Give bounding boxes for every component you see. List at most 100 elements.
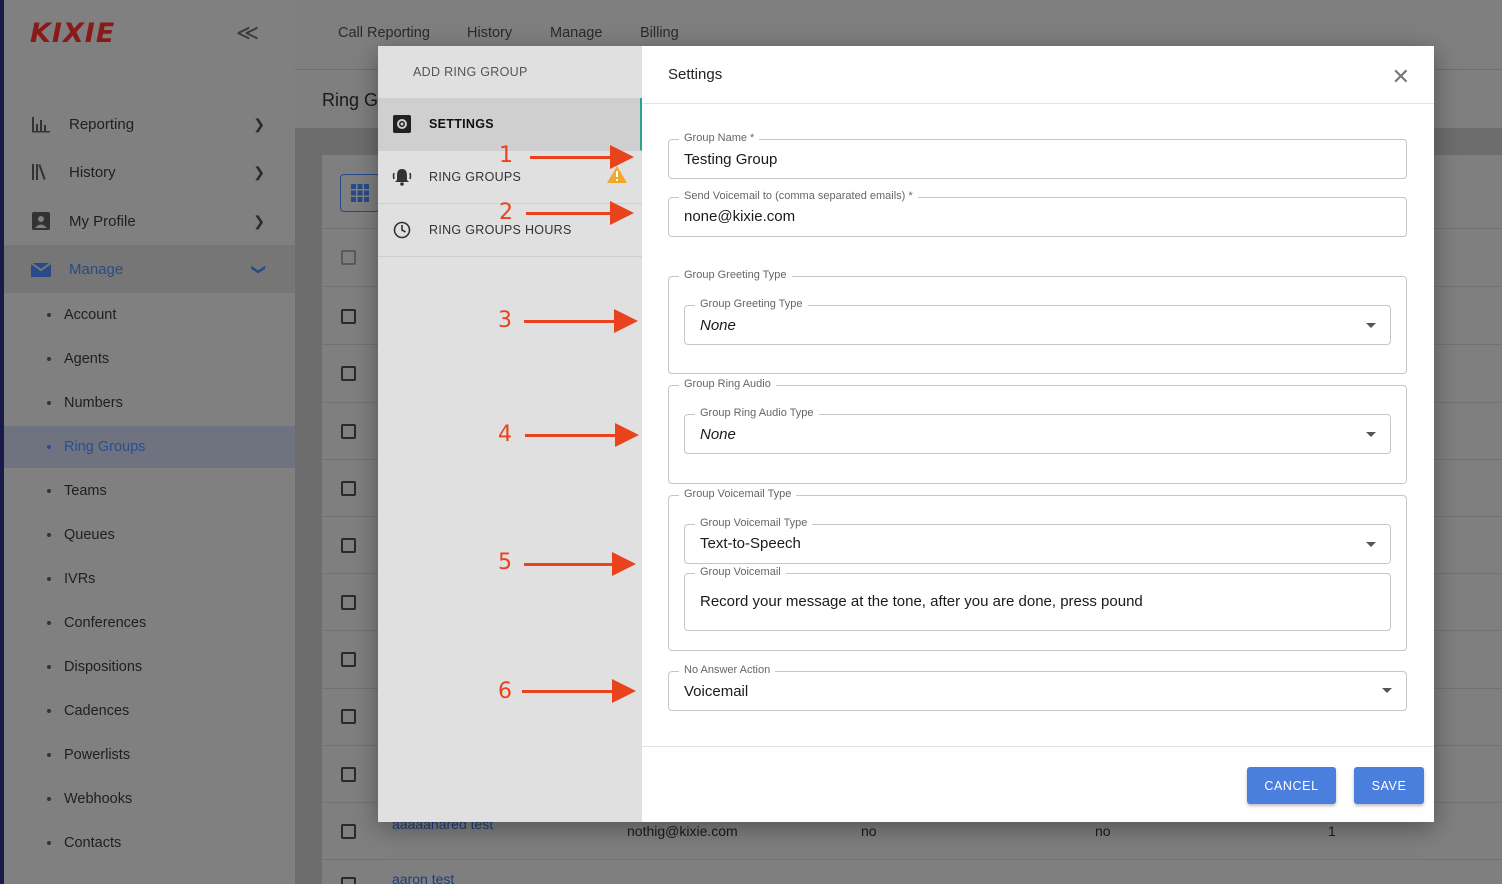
tab-manage[interactable]: Manage bbox=[550, 25, 602, 41]
group-voicemail-text[interactable]: Record your message at the tone, after y… bbox=[700, 593, 1143, 610]
sidebar-subitem-numbers[interactable]: Numbers bbox=[4, 384, 295, 422]
caret-down-icon bbox=[1382, 688, 1392, 693]
row-checkbox[interactable] bbox=[341, 309, 356, 324]
row-checkbox[interactable] bbox=[341, 481, 356, 496]
caret-down-icon bbox=[1366, 323, 1376, 328]
row-checkbox[interactable] bbox=[341, 424, 356, 439]
greeting-type-value: None bbox=[700, 317, 736, 334]
chevron-down-icon: ❯ bbox=[251, 263, 268, 275]
tab-billing[interactable]: Billing bbox=[640, 25, 679, 41]
tab-call-reporting[interactable]: Call Reporting bbox=[338, 25, 430, 41]
annotation-number-6: 6 bbox=[498, 679, 512, 704]
sidebar-item-label: Manage bbox=[69, 260, 124, 278]
sidebar-item-reporting[interactable]: Reporting ❯ bbox=[4, 100, 295, 148]
field-label: Group Greeting Type bbox=[695, 298, 808, 310]
field-label: Group Voicemail bbox=[695, 566, 786, 578]
no-answer-action-value: Voicemail bbox=[684, 683, 749, 700]
row-checkbox[interactable] bbox=[341, 877, 356, 884]
row-checkbox[interactable] bbox=[341, 767, 356, 782]
table-cell-name[interactable]: aaron test bbox=[392, 871, 454, 884]
sidebar-item-label: My Profile bbox=[69, 212, 136, 230]
grid-view-button[interactable] bbox=[340, 174, 380, 212]
ring-audio-type-select[interactable]: Group Ring Audio Type None bbox=[684, 407, 1391, 454]
sidebar-item-manage[interactable]: Manage ❯ bbox=[4, 245, 295, 293]
clock-icon bbox=[391, 219, 413, 241]
field-label: Group Voicemail Type bbox=[695, 517, 813, 529]
sidebar-subitem-dispositions[interactable]: Dispositions bbox=[4, 648, 295, 686]
annotation-arrow-icon bbox=[524, 309, 638, 333]
sidebar-item-label: Reporting bbox=[69, 115, 135, 133]
field-label: Group Name * bbox=[679, 132, 760, 144]
row-checkbox[interactable] bbox=[341, 366, 356, 381]
caret-down-icon bbox=[1366, 542, 1376, 547]
sidebar-subitem-teams[interactable]: Teams bbox=[4, 472, 295, 510]
field-label: Send Voicemail to (comma separated email… bbox=[679, 190, 918, 202]
sidebar-subitem-powerlists[interactable]: Powerlists bbox=[4, 736, 295, 774]
sidebar-item-history[interactable]: History ❯ bbox=[4, 148, 295, 196]
select-all-checkbox[interactable] bbox=[341, 250, 356, 265]
sidebar-subitem-cadences[interactable]: Cadences bbox=[4, 692, 295, 730]
voicemail-type-value: Text-to-Speech bbox=[700, 535, 801, 552]
sidebar-subitem-label: IVRs bbox=[64, 571, 96, 587]
sidebar-subitem-ring-groups[interactable]: Ring Groups bbox=[4, 426, 295, 468]
bell-icon bbox=[391, 166, 413, 188]
group-voicemail-textarea[interactable]: Group Voicemail Record your message at t… bbox=[684, 566, 1391, 631]
sidebar-subitem-conferences[interactable]: Conferences bbox=[4, 604, 295, 642]
annotation-number-2: 2 bbox=[499, 200, 513, 225]
field-label: No Answer Action bbox=[679, 664, 776, 676]
no-answer-action-select[interactable]: No Answer Action Voicemail bbox=[668, 664, 1407, 711]
sidebar-subitem-queues[interactable]: Queues bbox=[4, 516, 295, 554]
row-checkbox[interactable] bbox=[341, 538, 356, 553]
page-title: Ring G bbox=[322, 90, 379, 110]
field-label: Group Ring Audio Type bbox=[695, 407, 819, 419]
bar-chart-icon bbox=[31, 114, 51, 134]
dialog-title: Settings bbox=[668, 66, 723, 83]
annotation-arrow-icon bbox=[524, 552, 636, 576]
group-name-input[interactable]: Testing Group bbox=[684, 151, 777, 168]
double-chevron-left-icon[interactable]: ≪ bbox=[236, 20, 259, 46]
annotation-arrow-icon bbox=[522, 679, 636, 703]
table-cell: 1 bbox=[1328, 823, 1336, 839]
sidebar-subitem-contacts[interactable]: Contacts bbox=[4, 824, 295, 862]
annotation-number-4: 4 bbox=[498, 422, 512, 447]
save-button[interactable]: SAVE bbox=[1354, 767, 1424, 804]
greeting-type-select[interactable]: Group Greeting Type None bbox=[684, 298, 1391, 345]
settings-icon bbox=[391, 113, 413, 135]
tab-history[interactable]: History bbox=[467, 25, 512, 41]
dialog-tab-label: SETTINGS bbox=[429, 117, 494, 131]
row-checkbox[interactable] bbox=[341, 595, 356, 610]
row-checkbox[interactable] bbox=[341, 709, 356, 724]
ring-audio-type-value: None bbox=[700, 426, 736, 443]
row-checkbox[interactable] bbox=[341, 824, 356, 839]
close-icon[interactable]: ✕ bbox=[1392, 66, 1410, 88]
sidebar-subitem-account[interactable]: Account bbox=[4, 296, 295, 334]
sidebar-subitem-webhooks[interactable]: Webhooks bbox=[4, 780, 295, 818]
sidebar-subitem-ivrs[interactable]: IVRs bbox=[4, 560, 295, 598]
manage-icon bbox=[31, 259, 51, 279]
sidebar-subitem-label: Agents bbox=[64, 351, 110, 367]
kixie-logo[interactable]: KIXIE bbox=[30, 18, 115, 49]
sidebar-subitem-label: Dispositions bbox=[64, 659, 143, 675]
sidebar-subitem-label: Teams bbox=[64, 483, 107, 499]
voicemail-emails-field[interactable]: Send Voicemail to (comma separated email… bbox=[668, 190, 1407, 237]
cancel-button[interactable]: CANCEL bbox=[1247, 767, 1336, 804]
annotation-number-3: 3 bbox=[498, 308, 512, 333]
sidebar-subitem-label: Account bbox=[64, 307, 117, 323]
sidebar-subitem-label: Queues bbox=[64, 527, 115, 543]
row-checkbox[interactable] bbox=[341, 652, 356, 667]
group-label: Group Ring Audio bbox=[679, 378, 776, 390]
voicemail-type-select[interactable]: Group Voicemail Type Text-to-Speech bbox=[684, 517, 1391, 564]
chevron-right-icon: ❯ bbox=[253, 115, 265, 132]
annotation-arrow-icon bbox=[530, 145, 634, 169]
dialog-tab-label: RING GROUPS HOURS bbox=[429, 223, 572, 237]
voicemail-emails-input[interactable]: none@kixie.com bbox=[684, 208, 795, 225]
history-icon bbox=[31, 162, 51, 182]
sidebar-subitem-label: Webhooks bbox=[64, 791, 133, 807]
sidebar-subitem-agents[interactable]: Agents bbox=[4, 340, 295, 378]
chevron-right-icon: ❯ bbox=[253, 212, 265, 229]
group-name-field[interactable]: Group Name * Testing Group bbox=[668, 132, 1407, 179]
table-cell: no bbox=[1095, 823, 1111, 839]
sidebar-item-label: History bbox=[69, 163, 116, 181]
sidebar-item-my-profile[interactable]: My Profile ❯ bbox=[4, 197, 295, 245]
group-label: Group Voicemail Type bbox=[679, 488, 797, 500]
